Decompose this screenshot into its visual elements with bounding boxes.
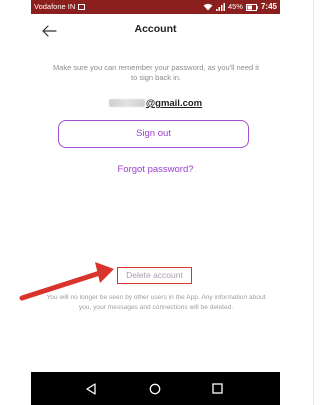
- circle-home-icon[interactable]: [135, 372, 175, 405]
- battery-percent: 45%: [227, 2, 243, 11]
- password-reminder-text: Make sure you can remember your password…: [52, 63, 260, 82]
- wifi-icon: [203, 3, 213, 11]
- signal-icon: [215, 3, 225, 11]
- page-title: Account: [134, 23, 177, 35]
- phone-screen: Vodafone IN 45% 7:45 Account Make sure y…: [31, 0, 280, 405]
- status-icons: 45% 7:45: [203, 0, 277, 14]
- carrier-group: Vodafone IN: [34, 0, 86, 14]
- android-nav-bar: [31, 372, 280, 405]
- email-domain: @gmail.com: [145, 98, 203, 109]
- app-header: Account: [31, 14, 280, 48]
- delete-account-note: You will no longer be seen by other user…: [46, 294, 266, 311]
- forgot-password-link[interactable]: Forgot password?: [31, 164, 280, 175]
- sign-out-button[interactable]: Sign out: [58, 120, 249, 148]
- delete-account-button[interactable]: Delete account: [117, 267, 192, 284]
- triangle-back-icon[interactable]: [71, 372, 111, 405]
- email-redacted: [108, 99, 145, 108]
- account-email: @gmail.com: [31, 98, 280, 109]
- battery-icon: [245, 3, 258, 11]
- screenshot-canvas: Vodafone IN 45% 7:45 Account Make sure y…: [0, 0, 319, 405]
- image-icon: [78, 4, 86, 10]
- square-recents-icon[interactable]: [197, 372, 237, 405]
- clock-time: 7:45: [260, 2, 277, 11]
- divider: [313, 0, 314, 405]
- carrier-name: Vodafone IN: [34, 2, 76, 11]
- status-bar: Vodafone IN 45% 7:45: [31, 0, 280, 14]
